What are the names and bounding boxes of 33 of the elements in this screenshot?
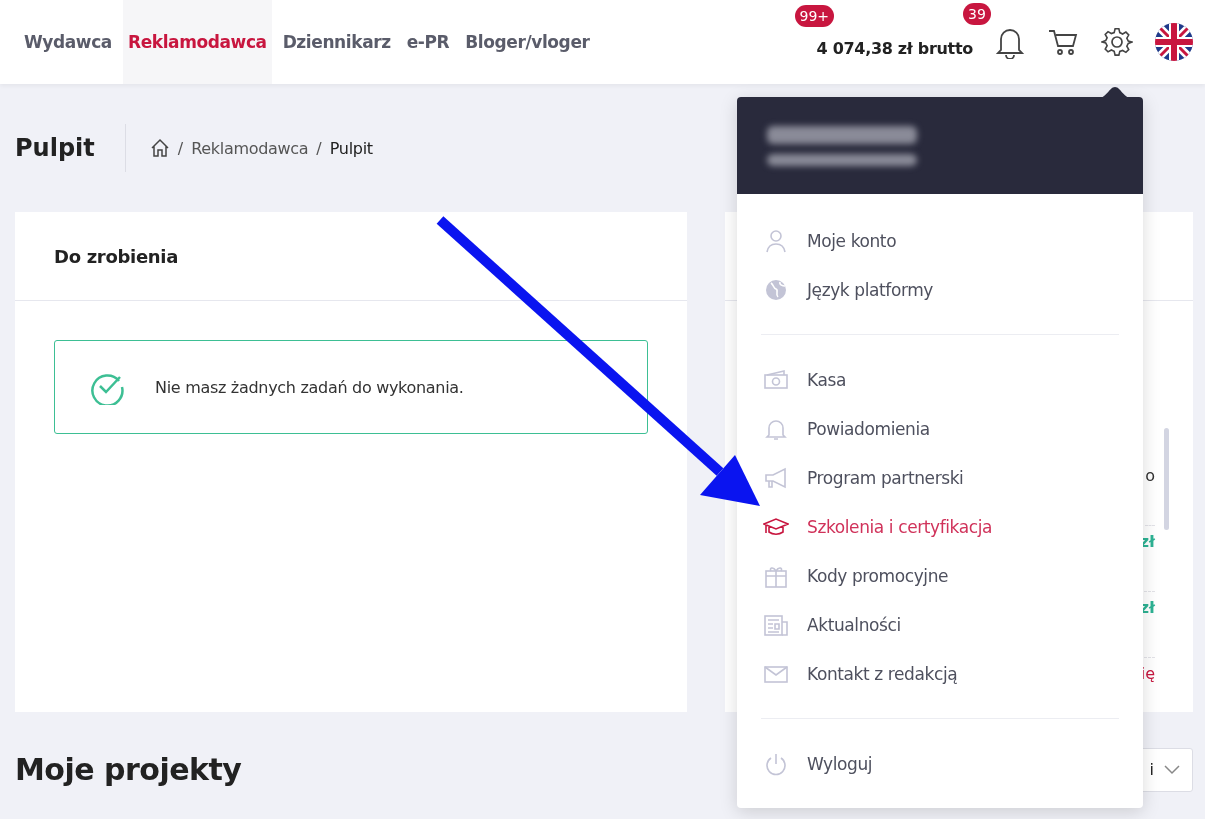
- nav-tab[interactable]: Wydawca: [19, 0, 117, 84]
- settings-icon[interactable]: [1101, 26, 1133, 58]
- alert-text: Nie masz żadnych zadań do wykonania.: [155, 377, 464, 397]
- menu-item[interactable]: Wyloguj: [761, 739, 1119, 788]
- nav-tab[interactable]: Reklamodawca: [122, 0, 272, 84]
- language-flag-icon[interactable]: [1155, 23, 1193, 61]
- page-title: Pulpit: [15, 124, 126, 172]
- menu-item[interactable]: Kasa: [761, 355, 1119, 404]
- breadcrumb-link[interactable]: Pulpit: [329, 138, 373, 158]
- home-icon[interactable]: [149, 138, 170, 158]
- balance-text: 4 074,38 zł brutto: [816, 37, 973, 58]
- menu-item[interactable]: Język platformy: [761, 265, 1119, 314]
- breadcrumb-separator: /: [177, 138, 184, 158]
- breadcrumb-link[interactable]: Reklamodawca: [191, 138, 309, 158]
- chevron-icon: [1164, 764, 1180, 775]
- user-icon: [763, 227, 789, 254]
- count-badge: 99+: [794, 4, 835, 27]
- card-title: Do zrobienia: [54, 245, 179, 267]
- nav-tab[interactable]: Bloger/vloger: [460, 0, 595, 84]
- nav-tab[interactable]: e-PR: [401, 0, 455, 84]
- notification-badge: 39: [963, 3, 991, 25]
- section-title: Moje projekty: [15, 752, 242, 787]
- list-text: o: [1145, 460, 1155, 526]
- menu-item[interactable]: Moje konto: [761, 216, 1119, 265]
- menu-item[interactable]: Kody promocyjne: [761, 551, 1119, 600]
- cart-icon[interactable]: [1047, 27, 1079, 57]
- nav-tab[interactable]: Dziennikarz: [277, 0, 396, 84]
- breadcrumb-separator: /: [316, 138, 322, 158]
- menu-item[interactable]: Kontakt z redakcją: [761, 649, 1119, 698]
- menu-item[interactable]: Program partnerski: [761, 453, 1119, 502]
- menu-item[interactable]: Aktualności: [761, 600, 1119, 649]
- menu-item[interactable]: Szkolenia i certyfikacja: [761, 502, 1119, 551]
- menu-item[interactable]: Powiadomienia: [761, 404, 1119, 453]
